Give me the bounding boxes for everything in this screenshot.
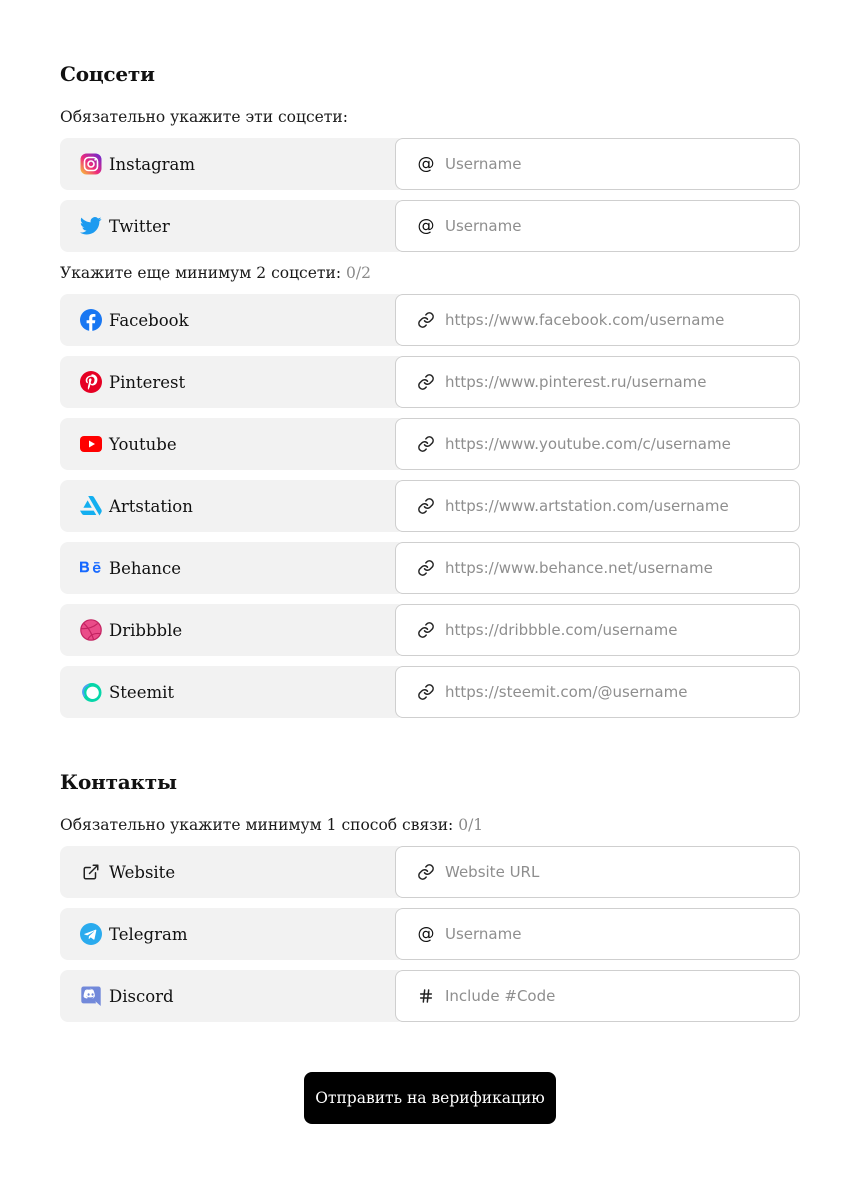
at-icon: @ [417, 154, 435, 174]
link-icon [416, 620, 436, 640]
link-icon [416, 682, 436, 702]
contact-label-discord: Discord [60, 970, 405, 1022]
discord-icon [80, 985, 102, 1007]
twitter-username-field[interactable]: @ [395, 200, 800, 252]
social-label-artstation: Artstation [60, 480, 405, 532]
telegram-username-field[interactable]: @ [395, 908, 800, 960]
social-label-steemit: Steemit [60, 666, 405, 718]
contact-row-telegram: Telegram @ [60, 908, 800, 960]
dribbble-icon [80, 619, 102, 641]
steemit-icon [80, 681, 102, 703]
social-label-text: Dribbble [109, 620, 183, 640]
link-icon [416, 372, 436, 392]
social-label-text: Steemit [109, 682, 175, 702]
contact-label-website: Website [60, 846, 405, 898]
dribbble-url-field[interactable] [395, 604, 800, 656]
social-row-dribbble: Dribbble [60, 604, 800, 656]
pinterest-url-field[interactable] [395, 356, 800, 408]
discord-code-field[interactable] [395, 970, 800, 1022]
contacts-counter: 0/1 [458, 816, 484, 834]
contact-label-text: Telegram [109, 924, 188, 944]
behance-url-input[interactable] [445, 559, 775, 577]
hash-icon [416, 986, 436, 1006]
link-icon [416, 434, 436, 454]
social-label-instagram: Instagram [60, 138, 405, 190]
contact-label-text: Discord [109, 986, 174, 1006]
submit-verification-button[interactable]: Отправить на верификацию [304, 1072, 556, 1124]
artstation-url-input[interactable] [445, 497, 775, 515]
youtube-url-input[interactable] [445, 435, 775, 453]
social-row-steemit: Steemit [60, 666, 800, 718]
socials-title: Соцсети [60, 62, 155, 86]
discord-code-input[interactable] [445, 987, 775, 1005]
social-row-youtube: Youtube [60, 418, 800, 470]
link-icon [416, 310, 436, 330]
steemit-url-input[interactable] [445, 683, 775, 701]
twitter-icon [80, 215, 102, 237]
at-icon: @ [417, 924, 435, 944]
facebook-icon [80, 309, 102, 331]
steemit-url-field[interactable] [395, 666, 800, 718]
social-row-instagram: Instagram @ [60, 138, 800, 190]
social-label-text: Artstation [109, 496, 193, 516]
social-label-pinterest: Pinterest [60, 356, 405, 408]
social-label-dribbble: Dribbble [60, 604, 405, 656]
optional-socials-counter: 0/2 [345, 264, 371, 282]
contacts-caption: Обязательно укажите минимум 1 способ свя… [60, 816, 484, 834]
instagram-username-input[interactable] [445, 155, 775, 173]
social-row-twitter: Twitter @ [60, 200, 800, 252]
link-icon [416, 558, 436, 578]
pinterest-url-input[interactable] [445, 373, 775, 391]
social-label-facebook: Facebook [60, 294, 405, 346]
website-url-field[interactable] [395, 846, 800, 898]
social-label-text: Facebook [109, 310, 189, 330]
youtube-icon [80, 433, 102, 455]
social-label-behance: Behance [60, 542, 405, 594]
telegram-username-input[interactable] [445, 925, 775, 943]
social-label-text: Instagram [109, 154, 196, 174]
pinterest-icon [80, 371, 102, 393]
behance-url-field[interactable] [395, 542, 800, 594]
facebook-url-field[interactable] [395, 294, 800, 346]
artstation-icon [80, 495, 102, 517]
external-link-icon [80, 861, 102, 883]
behance-icon [80, 557, 102, 579]
contacts-title: Контакты [60, 770, 177, 794]
twitter-username-input[interactable] [445, 217, 775, 235]
optional-socials-caption: Укажите еще минимум 2 соцсети: 0/2 [60, 264, 371, 282]
at-icon: @ [417, 216, 435, 236]
contact-row-website: Website [60, 846, 800, 898]
instagram-icon [80, 153, 102, 175]
contact-label-telegram: Telegram [60, 908, 405, 960]
social-label-text: Pinterest [109, 372, 186, 392]
required-socials-caption: Обязательно укажите эти соцсети: [60, 108, 348, 126]
contact-row-discord: Discord [60, 970, 800, 1022]
social-row-pinterest: Pinterest [60, 356, 800, 408]
dribbble-url-input[interactable] [445, 621, 775, 639]
telegram-icon [80, 923, 102, 945]
social-label-youtube: Youtube [60, 418, 405, 470]
social-label-text: Twitter [109, 216, 170, 236]
social-label-twitter: Twitter [60, 200, 405, 252]
link-icon [416, 496, 436, 516]
social-label-text: Youtube [109, 434, 177, 454]
social-label-text: Behance [109, 558, 181, 578]
contact-label-text: Website [109, 862, 176, 882]
social-row-facebook: Facebook [60, 294, 800, 346]
social-row-artstation: Artstation [60, 480, 800, 532]
youtube-url-field[interactable] [395, 418, 800, 470]
social-row-behance: Behance [60, 542, 800, 594]
artstation-url-field[interactable] [395, 480, 800, 532]
website-url-input[interactable] [445, 863, 775, 881]
instagram-username-field[interactable]: @ [395, 138, 800, 190]
facebook-url-input[interactable] [445, 311, 775, 329]
link-icon [416, 862, 436, 882]
